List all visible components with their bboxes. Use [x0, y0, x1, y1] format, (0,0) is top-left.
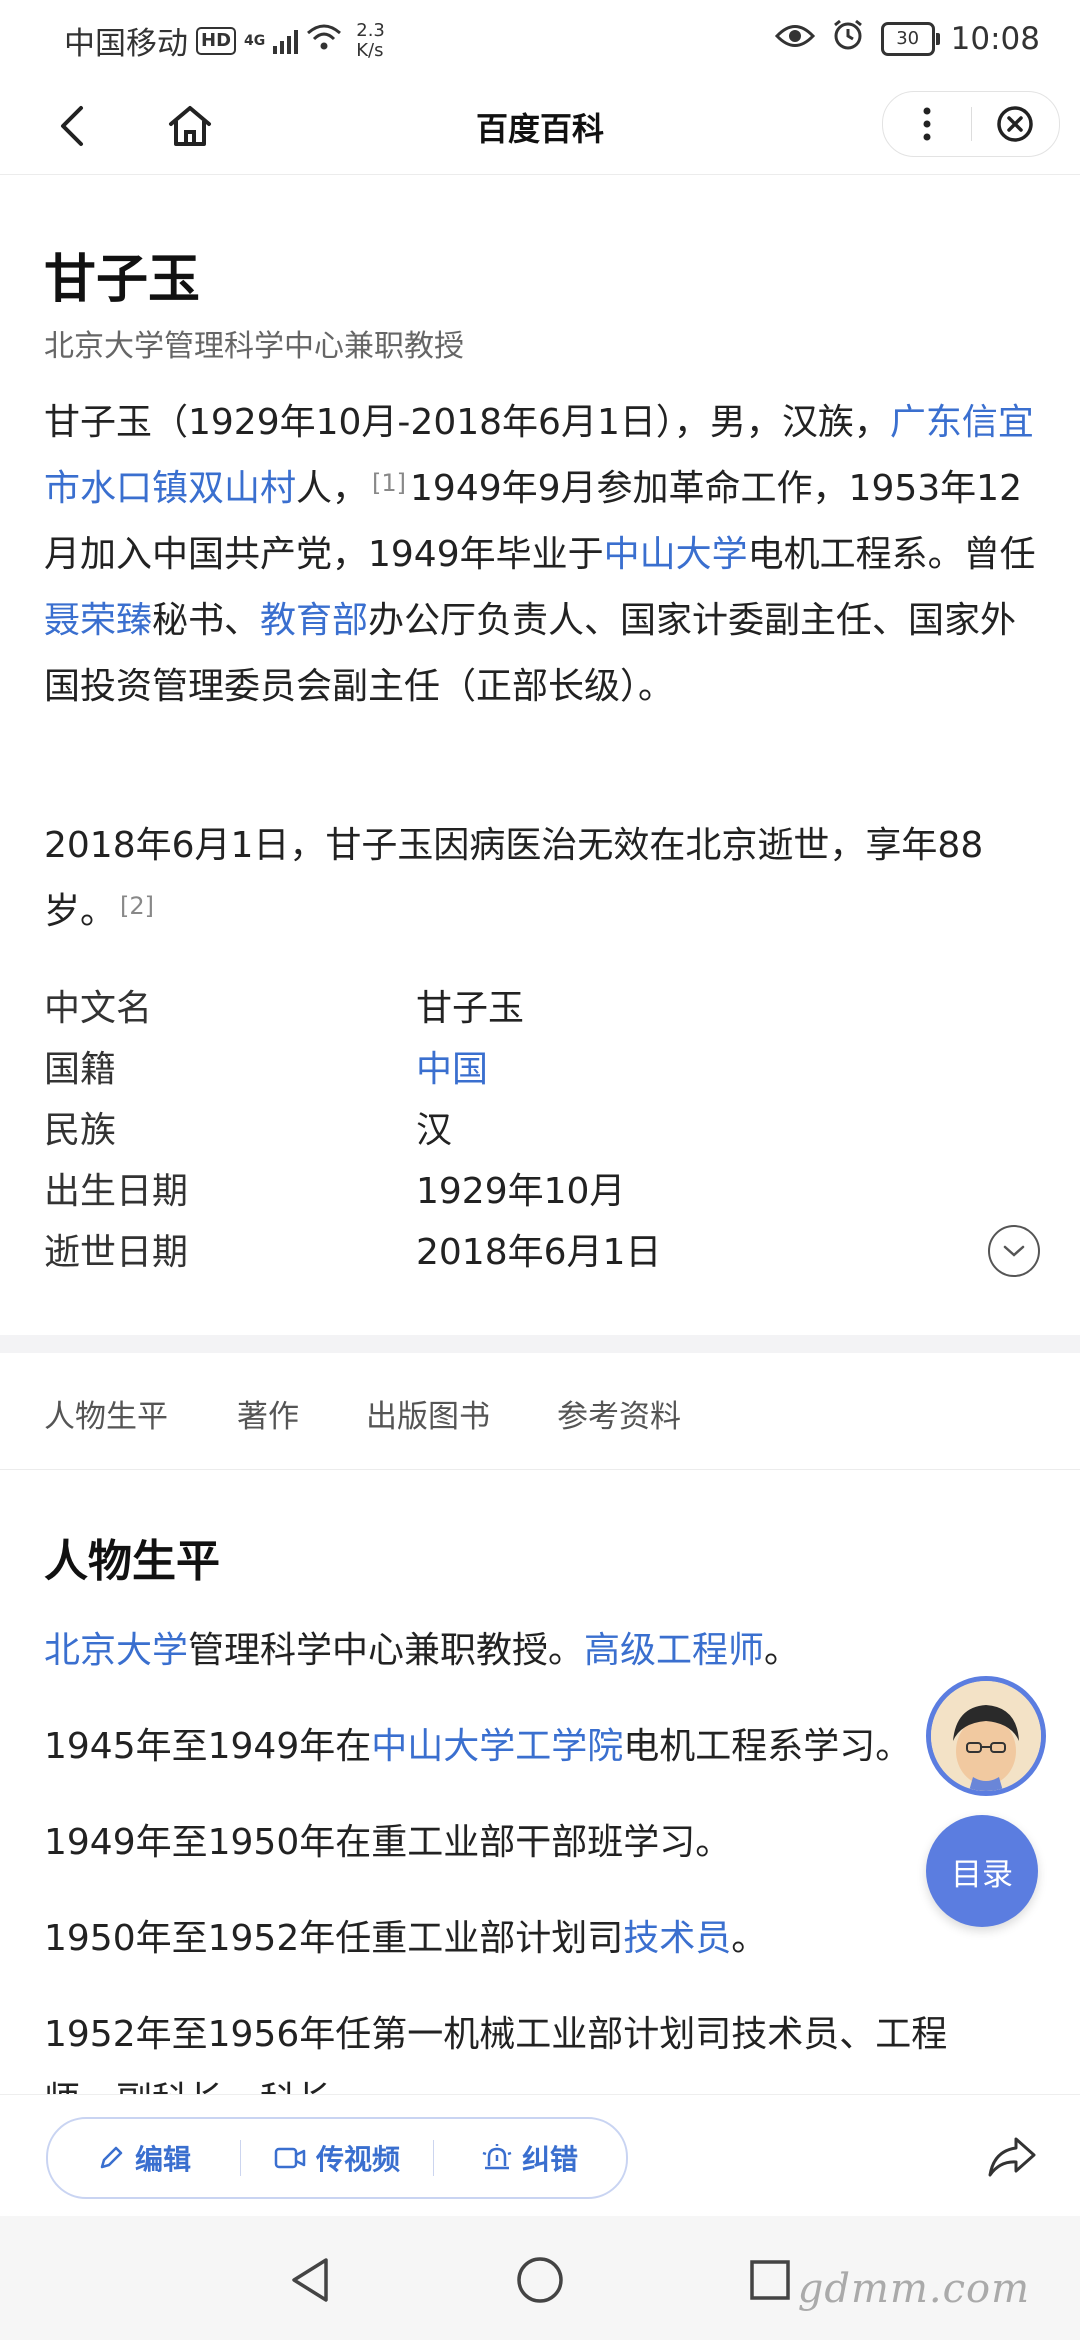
catalog-tabs: 人物生平 著作 出版图书 参考资料 [0, 1353, 1080, 1470]
hd-badge: HD [196, 26, 237, 55]
correct-error-button[interactable]: 纠错 [434, 2138, 626, 2178]
summary-text-4: 电机工程系。曾任 [747, 534, 1036, 575]
info-label: 国籍 [44, 1049, 117, 1090]
triangle-back-icon [292, 2258, 328, 2302]
info-value-link[interactable]: 中国 [416, 1039, 488, 1100]
expand-info-button[interactable] [988, 1225, 1040, 1277]
share-icon [988, 2137, 1036, 2177]
square-recents-icon [750, 2260, 790, 2300]
network-type: 4G [244, 32, 266, 49]
system-home-button[interactable] [512, 2252, 568, 2308]
biography-text: 1945年至1949年在 [44, 1726, 372, 1767]
video-icon [274, 2147, 306, 2169]
info-row: 国籍 中国 [44, 1039, 1034, 1100]
biography-line: 北京大学管理科学中心兼职教授。高级工程师。 [44, 1621, 1054, 1673]
close-button[interactable] [972, 92, 1060, 156]
top-nav-bar: 百度百科 [0, 78, 1080, 175]
action-pill: 编辑 传视频 纠错 [46, 2117, 628, 2199]
alarm-bell-icon [482, 2144, 512, 2170]
reference-marker-1[interactable]: [1] [372, 469, 406, 497]
info-label: 出生日期 [44, 1171, 189, 1212]
toc-button[interactable]: 目录 [926, 1815, 1038, 1927]
pencil-icon [100, 2146, 123, 2169]
biography-line: 1952年至1956年任第一机械工业部计划司技术员、工程 [44, 2014, 948, 2055]
biography-text: 管理科学中心兼职教授。 [188, 1630, 585, 1671]
info-value: 甘子玉 [416, 988, 525, 1029]
info-label: 逝世日期 [44, 1232, 189, 1273]
eye-icon [774, 21, 815, 57]
upload-video-label: 传视频 [315, 2143, 400, 2176]
reference-marker-2[interactable]: [2] [120, 892, 154, 920]
biography-line: 1950年至1952年任重工业部计划司技术员。 [44, 1909, 1054, 1961]
link-sun-yat-sen-university[interactable]: 中山大学 [604, 534, 748, 575]
biography-text: 1950年至1952年任重工业部计划司 [44, 1918, 624, 1959]
carrier-name: 中国移动 [64, 26, 188, 62]
close-circle-icon [997, 106, 1033, 142]
section-separator [0, 1335, 1080, 1353]
status-right: 30 10:08 [774, 18, 1040, 60]
mini-app-capsule [882, 91, 1060, 157]
wifi-icon [306, 23, 342, 59]
correct-error-label: 纠错 [521, 2143, 578, 2176]
edit-label: 编辑 [134, 2143, 191, 2176]
net-speed: 2.3 K/s [356, 19, 385, 61]
clock: 10:08 [950, 21, 1040, 57]
info-row: 逝世日期 2018年6月1日 [44, 1222, 1034, 1283]
alarm-icon [831, 18, 865, 60]
biography-text: 。 [731, 1918, 768, 1959]
biography-line: 1945年至1949年在中山大学工学院电机工程系学习。 [44, 1717, 1054, 1769]
upload-video-button[interactable]: 传视频 [241, 2138, 433, 2178]
status-bar: 中国移动 HD 4G 2.3 K/s 30 10:08 [0, 0, 1080, 78]
system-recents-button[interactable] [742, 2252, 798, 2308]
link-ministry-of-education[interactable]: 教育部 [260, 600, 368, 641]
biography-text: 。 [764, 1630, 801, 1671]
summary-text-2: 人， [296, 468, 369, 509]
info-label: 民族 [44, 1110, 117, 1151]
watermark: gdmm.com [797, 2266, 1030, 2312]
info-row: 中文名 甘子玉 [44, 978, 1034, 1039]
basic-info-box: 中文名 甘子玉 国籍 中国 民族 汉 出生日期 1929年10月 逝世日期 2018年6月… [44, 978, 1034, 1283]
info-label: 中文名 [44, 988, 153, 1029]
assistant-avatar-button[interactable] [926, 1676, 1046, 1796]
link-technician[interactable]: 技术员 [623, 1918, 731, 1959]
info-row: 出生日期 1929年10月 [44, 1161, 1034, 1222]
info-row: 民族 汉 [44, 1100, 1034, 1161]
more-button[interactable] [883, 92, 971, 156]
info-value: 汉 [416, 1110, 453, 1151]
article-subtitle: 北京大学管理科学中心兼职教授 [44, 329, 464, 364]
battery-icon: 30 [880, 22, 940, 56]
death-paragraph: 2018年6月1日，甘子玉因病医治无效在北京逝世，享年88岁。 [2] [44, 813, 1044, 945]
bottom-action-bar: 编辑 传视频 纠错 [0, 2094, 1080, 2217]
tab-works[interactable]: 著作 [237, 1391, 299, 1436]
link-senior-engineer[interactable]: 高级工程师 [584, 1630, 764, 1671]
net-speed-value: 2.3 [356, 19, 385, 41]
system-navigation-bar: gdmm.com [0, 2216, 1080, 2340]
summary-text-5: 秘书、 [152, 600, 261, 641]
more-vertical-icon [923, 107, 931, 141]
system-back-button[interactable] [282, 2252, 338, 2308]
biography-text: 电机工程系学习。 [623, 1726, 912, 1767]
info-value: 2018年6月1日 [416, 1232, 662, 1273]
avatar-icon [931, 1681, 1041, 1791]
signal-icon [273, 28, 299, 54]
tab-biography[interactable]: 人物生平 [44, 1391, 168, 1436]
link-peking-university[interactable]: 北京大学 [44, 1630, 188, 1671]
info-value: 1929年10月 [416, 1171, 626, 1212]
section-title: 人物生平 [44, 1536, 220, 1587]
tab-references[interactable]: 参考资料 [557, 1391, 681, 1436]
link-engineering-college[interactable]: 中山大学工学院 [371, 1726, 623, 1767]
edit-button[interactable]: 编辑 [48, 2138, 240, 2178]
chevron-down-icon [1003, 1245, 1025, 1257]
summary-text-1: 甘子玉（1929年10月-2018年6月1日），男，汉族， [44, 402, 890, 443]
article-title: 甘子玉 [44, 250, 201, 310]
summary-paragraph: 甘子玉（1929年10月-2018年6月1日），男，汉族，广东信宜市水口镇双山村… [44, 390, 1044, 720]
tab-published-books[interactable]: 出版图书 [366, 1391, 490, 1436]
link-nie-rongzhen[interactable]: 聂荣臻 [44, 600, 152, 641]
status-left: 中国移动 HD 4G 2.3 K/s [64, 18, 385, 63]
circle-home-icon [517, 2257, 563, 2303]
biography-line: 1949年至1950年在重工业部干部班学习。 [44, 1822, 732, 1863]
share-button[interactable] [984, 2129, 1040, 2185]
death-text: 2018年6月1日，甘子玉因病医治无效在北京逝世，享年88岁。 [44, 825, 984, 932]
net-speed-unit: K/s [356, 39, 384, 61]
